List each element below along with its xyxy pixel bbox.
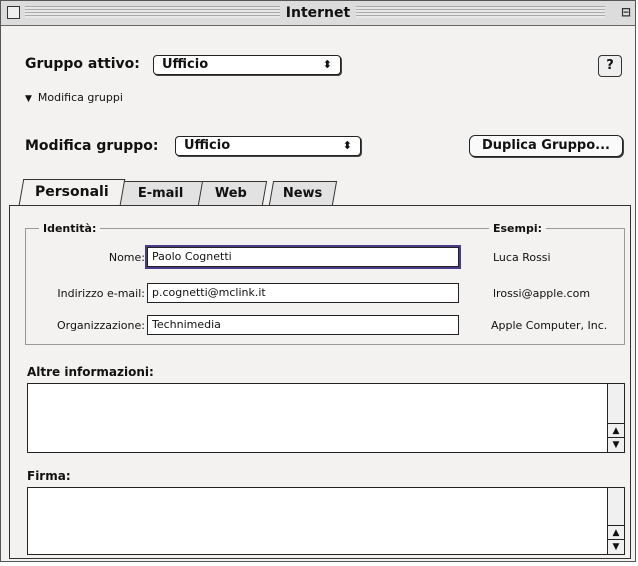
zoom-box[interactable]: ⊟: [621, 5, 631, 19]
tab-personali[interactable]: Personali: [18, 179, 126, 205]
scroll-up-icon[interactable]: ▲: [608, 423, 624, 438]
email-field[interactable]: p.cognetti@mclink.it: [147, 283, 459, 303]
window-title: Internet: [1, 5, 635, 21]
popup-arrows-icon: ⬍: [322, 58, 332, 71]
active-group-value: Ufficio: [162, 57, 209, 72]
disclosure-label: Modifica gruppi: [37, 91, 123, 104]
organization-field[interactable]: Technimedia: [147, 315, 459, 335]
title-bar[interactable]: Internet ⊟: [1, 1, 635, 26]
organization-label: Organizzazione:: [56, 319, 145, 332]
signature-textarea[interactable]: ▲ ▼: [27, 487, 625, 555]
email-example: lrossi@apple.com: [493, 287, 591, 300]
disclosure-triangle-icon: ▼: [25, 94, 32, 104]
edit-group-popup[interactable]: Ufficio ⬍: [175, 136, 361, 156]
scroll-up-icon[interactable]: ▲: [608, 525, 624, 540]
help-button[interactable]: ?: [598, 55, 622, 77]
internet-window: Internet ⊟ Gruppo attivo: Ufficio ⬍ ? ▼ M…: [0, 0, 636, 562]
name-field[interactable]: Paolo Cognetti: [145, 245, 461, 269]
edit-group-label: Modifica gruppo:: [25, 138, 159, 154]
email-label: Indirizzo e-mail:: [57, 287, 145, 300]
duplicate-group-button[interactable]: Duplica Gruppo...: [469, 135, 623, 157]
name-example: Luca Rossi: [493, 251, 551, 264]
edit-group-value: Ufficio: [184, 138, 231, 153]
tab-web[interactable]: Web: [194, 181, 268, 205]
signature-label: Firma:: [27, 469, 71, 483]
identity-title: Identità:: [39, 222, 101, 235]
modify-groups-disclosure[interactable]: ▼ Modifica gruppi: [25, 91, 123, 104]
help-icon: ?: [606, 58, 614, 73]
other-info-textarea[interactable]: ▲ ▼: [27, 383, 625, 453]
scroll-down-icon[interactable]: ▼: [608, 437, 624, 452]
name-label: Nome:: [108, 251, 145, 264]
popup-arrows-icon: ⬍: [342, 139, 352, 152]
other-info-label: Altre informazioni:: [27, 365, 154, 379]
tab-news[interactable]: News: [268, 181, 338, 205]
other-info-scrollbar[interactable]: ▲ ▼: [607, 384, 624, 452]
active-group-popup[interactable]: Ufficio ⬍: [153, 55, 341, 75]
signature-scrollbar[interactable]: ▲ ▼: [607, 488, 624, 554]
organization-example: Apple Computer, Inc.: [491, 319, 608, 332]
examples-title: Esempi:: [489, 222, 547, 235]
active-group-label: Gruppo attivo:: [25, 56, 140, 72]
scroll-down-icon[interactable]: ▼: [608, 539, 624, 554]
tab-email[interactable]: E-mail: [118, 181, 204, 205]
